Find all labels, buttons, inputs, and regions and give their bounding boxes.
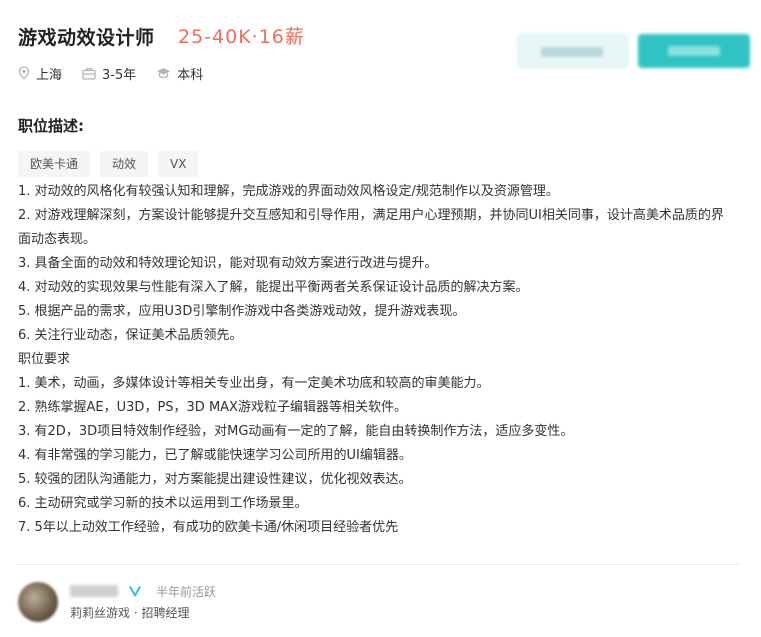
job-description: 1. 对动效的风格化有较强认知和理解，完成游戏的界面动效风格设定/规范制作以及资… bbox=[18, 180, 736, 540]
requirement-line: 4. 有非常强的学习能力，已了解或能快速学习公司所用的UI编辑器。 bbox=[18, 448, 412, 463]
briefcase-icon bbox=[82, 67, 96, 80]
requirement-line: 3. 有2D，3D项目特效制作经验，对MG动画有一定的了解，能自由转换制作方法，… bbox=[18, 424, 574, 439]
chat-button[interactable] bbox=[638, 34, 750, 68]
interest-button[interactable] bbox=[518, 34, 628, 68]
description-line: 6. 关注行业动态，保证美术品质领先。 bbox=[18, 328, 243, 343]
recruiter-company-role: 莉莉丝游戏 · 招聘经理 bbox=[70, 606, 190, 620]
experience: 3-5年 bbox=[82, 64, 136, 83]
job-meta: 上海 3-5年 本科 bbox=[18, 63, 223, 83]
description-line: 3. 具备全面的动效和特效理论知识，能对现有动效方案进行改进与提升。 bbox=[18, 256, 438, 271]
education-text: 本科 bbox=[177, 67, 204, 83]
job-title: 游戏动效设计师 bbox=[18, 27, 155, 49]
tag: VX bbox=[158, 151, 199, 177]
description-line: 5. 根据产品的需求，应用U3D引擎制作游戏中各类游戏动效，提升游戏表现。 bbox=[18, 304, 466, 319]
requirement-line: 1. 美术，动画，多媒体设计等相关专业出身，有一定美术功底和较高的审美能力。 bbox=[18, 376, 490, 391]
requirement-line: 6. 主动研究或学习新的技术以运用到工作场景里。 bbox=[18, 496, 308, 511]
location-pin-icon bbox=[18, 66, 30, 80]
description-line: 4. 对动效的实现效果与性能有深入了解，能提出平衡两者关系保证设计品质的解决方案… bbox=[18, 280, 529, 295]
graduation-cap-icon bbox=[157, 68, 171, 79]
tag-list: 欧美卡通 动效 VX bbox=[18, 151, 208, 177]
requirement-line: 2. 熟练掌握AE，U3D，PS，3D MAX游戏粒子编辑器等相关软件。 bbox=[18, 400, 407, 415]
requirements-heading: 职位要求 bbox=[18, 352, 71, 367]
tag: 欧美卡通 bbox=[18, 151, 91, 177]
requirement-line: 5. 较强的团队沟通能力，对方案能提出建设性建议，优化视效表达。 bbox=[18, 472, 412, 487]
description-title: 职位描述: bbox=[18, 117, 84, 135]
requirement-line: 7. 5年以上动效工作经验，有成功的欧美卡通/休闲项目经验者优先 bbox=[18, 520, 399, 535]
education: 本科 bbox=[156, 64, 203, 83]
recruiter-avatar[interactable] bbox=[18, 582, 58, 622]
location-text: 上海 bbox=[36, 67, 63, 83]
location: 上海 bbox=[18, 64, 62, 83]
experience-text: 3-5年 bbox=[102, 67, 137, 83]
description-line: 2. 对游戏理解深刻，方案设计能够提升交互感知和引导作用，满足用户心理预期，并协… bbox=[18, 208, 724, 247]
salary: 25-40K·16薪 bbox=[178, 26, 305, 48]
tag: 动效 bbox=[100, 151, 149, 177]
divider bbox=[18, 564, 740, 565]
recruiter-name bbox=[70, 585, 118, 597]
verified-icon bbox=[129, 585, 141, 597]
description-line: 1. 对动效的风格化有较强认知和理解，完成游戏的界面动效风格设定/规范制作以及资… bbox=[18, 184, 559, 199]
active-status: 半年前活跃 bbox=[156, 585, 217, 599]
